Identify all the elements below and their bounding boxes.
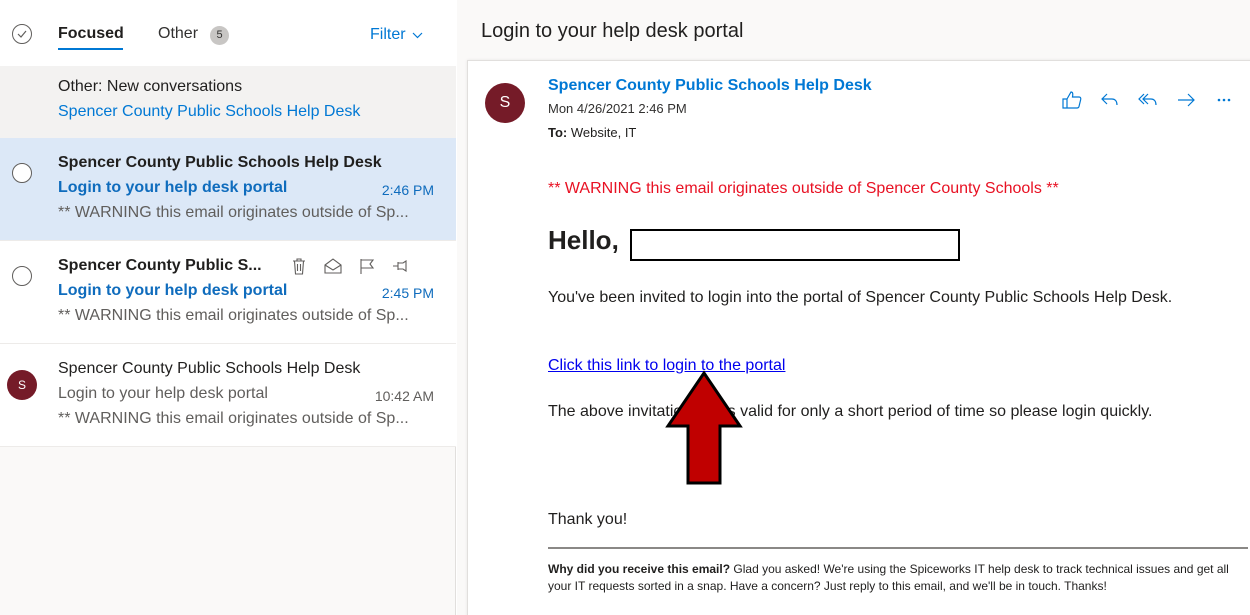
more-icon[interactable] <box>1210 87 1238 113</box>
message-time: 10:42 AM <box>374 388 434 404</box>
avatar: S <box>485 83 525 123</box>
like-icon[interactable] <box>1058 87 1086 113</box>
avatar: S <box>7 370 37 400</box>
tab-other[interactable]: Other <box>158 24 198 44</box>
external-warning: ** WARNING this email originates outside… <box>548 180 1059 197</box>
list-item[interactable]: S Spencer County Public Schools Help Des… <box>0 344 456 447</box>
message-time: 2:46 PM <box>381 182 434 198</box>
message-card: S Spencer County Public Schools Help Des… <box>467 60 1250 615</box>
message-preview: ** WARNING this email originates outside… <box>58 307 409 324</box>
message-time: 2:45 PM <box>381 285 434 301</box>
message-date: Mon 4/26/2021 2:46 PM <box>548 101 687 116</box>
select-radio-icon[interactable] <box>12 163 32 183</box>
select-radio-icon[interactable] <box>12 266 32 286</box>
message-list-pane: Focused Other 5 Filter Other: New conver… <box>0 0 456 615</box>
pin-icon[interactable] <box>390 255 412 277</box>
invite-paragraph: You've been invited to login into the po… <box>548 289 1173 306</box>
chevron-down-icon <box>412 32 422 38</box>
list-item[interactable]: Spencer County Public Schools Help Desk … <box>0 138 456 241</box>
forward-icon[interactable] <box>1172 87 1200 113</box>
delete-icon[interactable] <box>288 255 310 277</box>
annotation-arrow-icon <box>665 370 743 485</box>
flag-icon[interactable] <box>356 255 378 277</box>
message-subject: Login to your help desk portal <box>58 385 268 402</box>
redacted-name-box <box>630 229 960 261</box>
mark-read-icon[interactable] <box>322 255 344 277</box>
filter-button[interactable]: Filter <box>370 25 423 45</box>
inbox-tabs: Focused Other 5 Filter <box>0 0 456 66</box>
message-sender: Spencer County Public Schools Help Desk <box>58 154 382 171</box>
other-new-conversations[interactable]: Other: New conversations Spencer County … <box>0 66 456 138</box>
footer-text: Why did you receive this email? Glad you… <box>548 561 1250 595</box>
info-title: Other: New conversations <box>58 78 243 95</box>
validity-paragraph: The above invitation link is valid for o… <box>548 403 1153 420</box>
reading-pane: Login to your help desk portal S Spencer… <box>457 0 1250 615</box>
message-preview: ** WARNING this email originates outside… <box>58 204 409 221</box>
footer-bold: Why did you receive this email? <box>548 562 731 576</box>
message-actions <box>1058 87 1238 113</box>
message-sender: Spencer County Public Schools Help Desk <box>58 360 361 377</box>
reply-icon[interactable] <box>1096 87 1124 113</box>
to-value: Website, IT <box>570 125 637 140</box>
list-item[interactable]: Spencer County Public S... Login to your… <box>0 241 456 344</box>
reading-subject: Login to your help desk portal <box>481 20 744 42</box>
greeting: Hello, <box>548 225 619 255</box>
message-sender: Spencer County Public S... <box>58 257 262 274</box>
tab-focused[interactable]: Focused <box>58 24 124 44</box>
tab-focused-underline <box>58 48 123 50</box>
thanks-text: Thank you! <box>548 511 628 528</box>
from-sender[interactable]: Spencer County Public Schools Help Desk <box>548 77 872 95</box>
to-line: To: Website, IT <box>548 125 636 140</box>
divider <box>548 547 1248 549</box>
to-label: To: <box>548 125 568 140</box>
message-subject: Login to your help desk portal <box>58 282 288 299</box>
info-sender-link[interactable]: Spencer County Public Schools Help Desk <box>58 103 360 121</box>
row-actions <box>288 255 412 277</box>
message-subject: Login to your help desk portal <box>58 179 288 196</box>
message-preview: ** WARNING this email originates outside… <box>58 410 409 427</box>
other-count-badge: 5 <box>210 26 229 45</box>
filter-label: Filter <box>370 26 406 43</box>
reply-all-icon[interactable] <box>1134 87 1162 113</box>
select-all-icon[interactable] <box>12 24 32 44</box>
